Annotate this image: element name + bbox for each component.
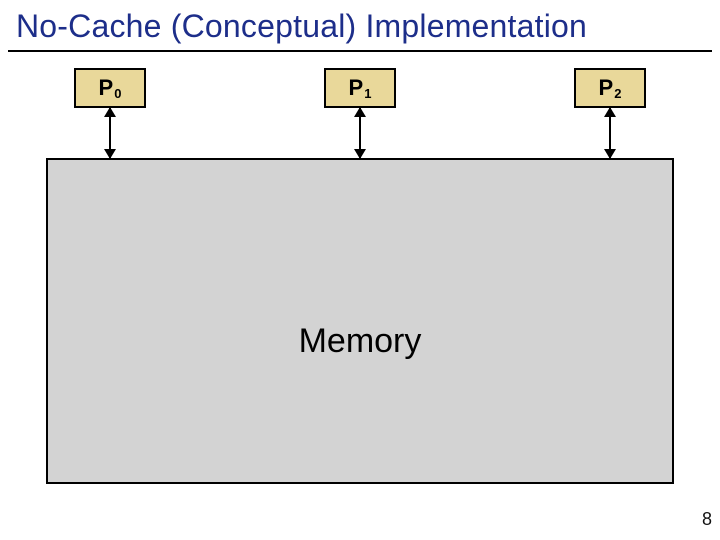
page-number: 8 (702, 509, 712, 530)
memory-label: Memory (299, 322, 422, 361)
processor-subscript: 0 (114, 86, 121, 101)
title-underline (8, 50, 712, 52)
page-title: No-Cache (Conceptual) Implementation (16, 8, 587, 45)
arrow-p2-memory (609, 108, 611, 158)
processor-label: P (599, 75, 614, 101)
processor-subscript: 2 (614, 86, 621, 101)
processor-box-0: P0 (74, 68, 146, 108)
arrow-p1-memory (359, 108, 361, 158)
memory-box: Memory (46, 158, 674, 484)
processor-subscript: 1 (364, 86, 371, 101)
processor-box-2: P2 (574, 68, 646, 108)
processor-label: P (99, 75, 114, 101)
arrow-p0-memory (109, 108, 111, 158)
processor-label: P (349, 75, 364, 101)
processor-box-1: P1 (324, 68, 396, 108)
